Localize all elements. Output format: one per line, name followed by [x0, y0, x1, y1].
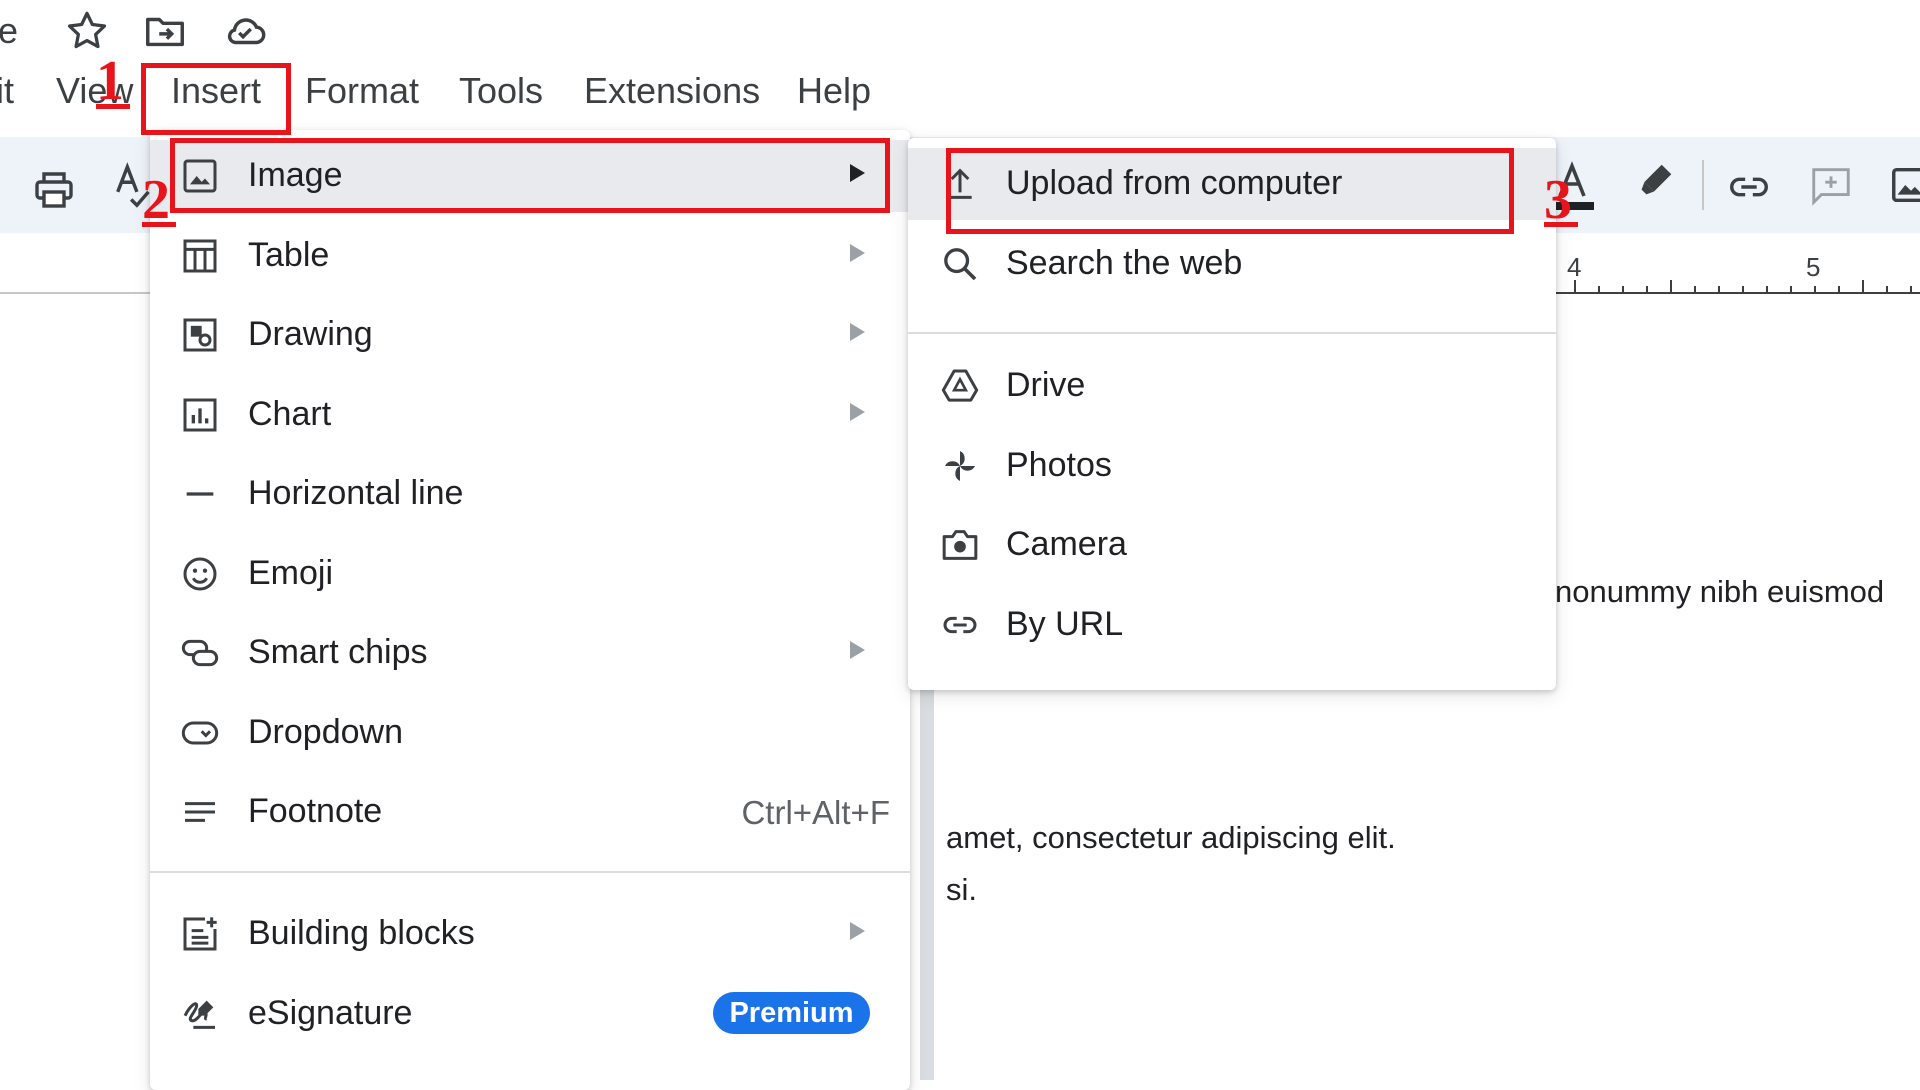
menu-item-chart[interactable]: Chart: [150, 379, 910, 451]
submenu-item-camera[interactable]: Camera: [908, 509, 1556, 581]
document-text-line: nonummy nibh euismod: [1555, 574, 1885, 609]
insert-menu: Image Table Drawing Chart Horizontal lin…: [150, 130, 910, 1090]
submenu-item-label: By URL: [1006, 605, 1124, 643]
menu-extensions[interactable]: Extensions: [584, 70, 760, 112]
submenu-item-search-the-web[interactable]: Search the web: [908, 228, 1556, 300]
menu-tools[interactable]: Tools: [459, 70, 543, 112]
annotation-number-1: 1: [96, 50, 124, 112]
submenu-item-by-url[interactable]: By URL: [908, 589, 1556, 661]
annotation-number-3: 3: [1544, 169, 1572, 231]
menu-item-smart-chips[interactable]: Smart chips: [150, 617, 910, 689]
horizontal-line-icon: [180, 474, 220, 514]
submenu-item-label: Search the web: [1006, 244, 1243, 282]
chart-icon: [180, 395, 220, 435]
submenu-item-photos[interactable]: Photos: [908, 430, 1556, 502]
menu-item-table[interactable]: Table: [150, 220, 910, 292]
ruler: [1555, 240, 1920, 300]
submenu-arrow-icon: [850, 323, 865, 341]
annotation-box-step1: [141, 63, 291, 135]
building-blocks-icon: [180, 914, 220, 954]
smart-chips-icon: [180, 633, 220, 673]
menu-format[interactable]: Format: [305, 70, 419, 112]
menu-item-footnote[interactable]: Footnote Ctrl+Alt+F: [150, 776, 910, 848]
toolbar-divider: [1702, 160, 1704, 210]
move-to-folder-icon[interactable]: [142, 8, 188, 54]
annotation-underline-3: [1544, 222, 1578, 227]
photos-icon: [940, 446, 980, 486]
submenu-item-label: Camera: [1006, 525, 1127, 563]
menu-item-label: Horizontal line: [248, 474, 464, 512]
print-icon[interactable]: [30, 166, 78, 214]
esignature-icon: [180, 994, 220, 1034]
annotation-underline-1: [96, 104, 130, 109]
highlight-pen-icon[interactable]: [1632, 158, 1678, 204]
menu-item-label: Building blocks: [248, 914, 475, 952]
menu-item-label: Emoji: [248, 554, 334, 592]
table-icon: [180, 236, 220, 276]
submenu-item-label: Drive: [1006, 366, 1086, 404]
menu-item-building-blocks[interactable]: Building blocks: [150, 898, 910, 970]
menu-item-label: Footnote: [248, 792, 383, 830]
menu-item-label: Dropdown: [248, 713, 403, 751]
drive-icon: [940, 366, 980, 406]
dropdown-icon: [180, 713, 220, 753]
menu-edit[interactable]: it: [0, 70, 14, 112]
submenu-item-label: Photos: [1006, 446, 1112, 484]
camera-icon: [940, 525, 980, 565]
annotation-number-2: 2: [142, 169, 170, 231]
ruler-tick-label-4: 4: [1567, 252, 1582, 282]
menu-help[interactable]: Help: [797, 70, 871, 112]
link-icon: [940, 605, 980, 645]
menu-item-label: Chart: [248, 395, 332, 433]
premium-badge: Premium: [713, 992, 870, 1034]
submenu-item-drive[interactable]: Drive: [908, 350, 1556, 422]
menu-divider: [150, 871, 910, 873]
menu-item-label: Smart chips: [248, 633, 428, 671]
menu-item-dropdown[interactable]: Dropdown: [150, 697, 910, 769]
menu-item-label: Table: [248, 236, 330, 274]
annotation-underline-2: [142, 222, 176, 227]
footnote-icon: [180, 792, 220, 832]
menu-item-esignature[interactable]: eSignature Premium: [150, 978, 910, 1050]
ruler-tick-label-5: 5: [1806, 252, 1821, 282]
submenu-divider: [908, 332, 1556, 334]
insert-link-icon[interactable]: [1726, 164, 1772, 210]
annotation-box-step2: [170, 138, 890, 213]
add-comment-icon[interactable]: [1808, 162, 1854, 208]
submenu-arrow-icon: [850, 403, 865, 421]
star-icon[interactable]: [64, 8, 110, 54]
menu-scrollbar[interactable]: [920, 690, 934, 1080]
document-text-line: amet, consectetur adipiscing elit.: [946, 820, 1396, 855]
menu-item-drawing[interactable]: Drawing: [150, 299, 910, 371]
document-title-fragment[interactable]: e: [0, 10, 18, 52]
menu-item-horizontal-line[interactable]: Horizontal line: [150, 458, 910, 530]
menu-item-label: Drawing: [248, 315, 373, 353]
annotation-box-step3: [946, 148, 1514, 234]
cloud-saved-icon[interactable]: [222, 8, 268, 54]
search-icon: [940, 244, 980, 284]
insert-image-icon[interactable]: [1888, 162, 1920, 208]
keyboard-shortcut: Ctrl+Alt+F: [741, 794, 890, 831]
document-text-line: si.: [946, 872, 977, 907]
submenu-arrow-icon: [850, 641, 865, 659]
emoji-icon: [180, 554, 220, 594]
menu-item-emoji[interactable]: Emoji: [150, 538, 910, 610]
submenu-arrow-icon: [850, 244, 865, 262]
menu-item-label: eSignature: [248, 994, 413, 1032]
submenu-arrow-icon: [850, 922, 865, 940]
drawing-icon: [180, 315, 220, 355]
